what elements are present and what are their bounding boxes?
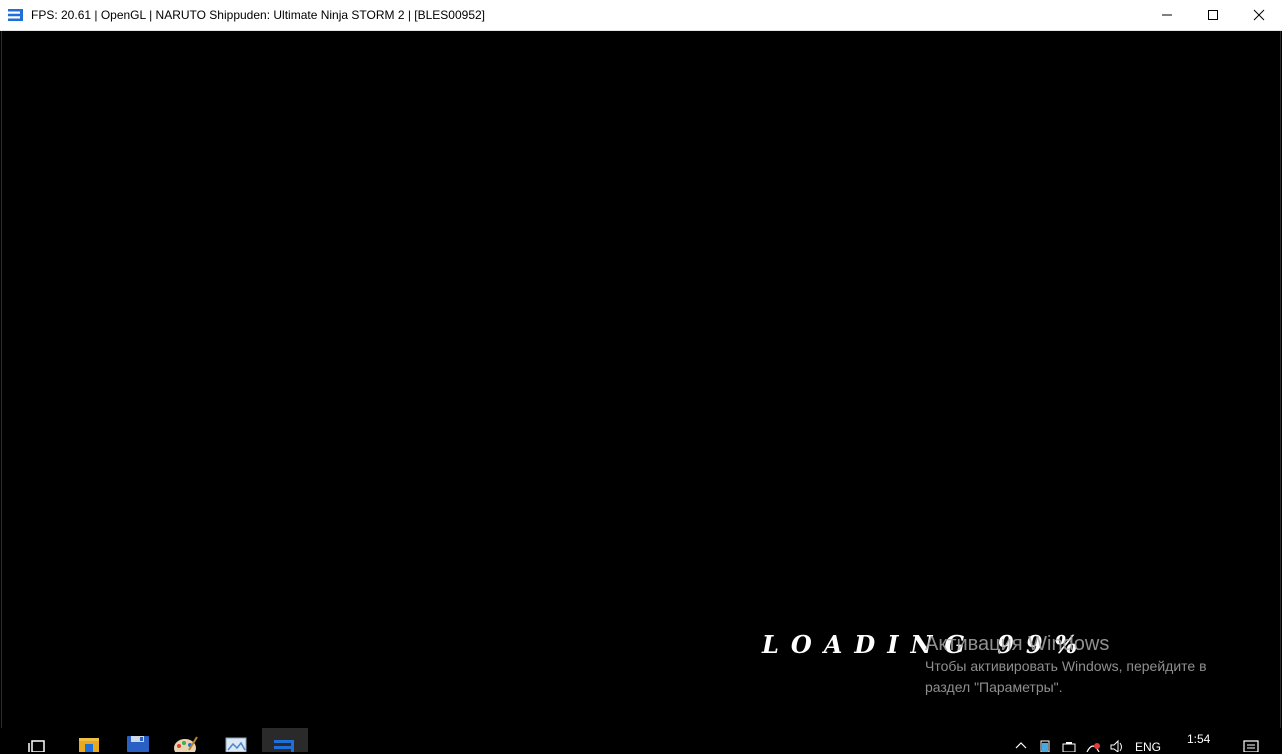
power-warning-icon: [1086, 743, 1100, 752]
action-center-button[interactable]: [1240, 728, 1262, 752]
save-disk-icon: [127, 736, 149, 752]
game-viewport[interactable]: [1, 31, 1281, 728]
emulator-window: FPS: 20.61 | OpenGL | NARUTO Shippuden: …: [0, 0, 1282, 728]
close-icon: [1253, 9, 1265, 21]
clock-time[interactable]: 1:54: [1187, 732, 1210, 746]
activation-title: Активация Windows: [925, 633, 1110, 655]
image-viewer-button[interactable]: [222, 728, 250, 752]
paint-icon: [174, 736, 198, 752]
windows-activation-watermark: Активация Windows Чтобы активировать Win…: [925, 632, 1207, 698]
chevron-up-icon: [1015, 742, 1027, 749]
tray-overflow-button[interactable]: [1014, 728, 1028, 752]
file-explorer-button[interactable]: [76, 728, 102, 752]
minimize-icon: [1162, 14, 1172, 16]
paint-button[interactable]: [172, 728, 200, 752]
volume-button[interactable]: [1108, 728, 1126, 752]
speaker-icon: [1110, 739, 1122, 752]
window-title: FPS: 20.61 | OpenGL | NARUTO Shippuden: …: [31, 8, 486, 22]
activation-line-2: раздел "Параметры".: [925, 679, 1063, 695]
task-view-icon: [28, 740, 45, 752]
battery-button[interactable]: [1038, 728, 1052, 752]
rpcs3-icon: [8, 9, 23, 21]
task-view-button[interactable]: [26, 728, 50, 752]
network-icon: [1062, 742, 1076, 752]
maximize-icon: [1208, 10, 1218, 20]
title-bar[interactable]: FPS: 20.61 | OpenGL | NARUTO Shippuden: …: [0, 0, 1282, 31]
close-button[interactable]: [1236, 0, 1282, 30]
maximize-button[interactable]: [1190, 0, 1236, 30]
activation-line-1: Чтобы активировать Windows, перейдите в: [925, 658, 1207, 674]
save-disk-button[interactable]: [124, 728, 152, 752]
file-explorer-icon: [79, 738, 99, 752]
network-button[interactable]: [1060, 728, 1078, 752]
rpcs3-taskbar-button[interactable]: [262, 728, 308, 752]
rpcs3-taskbar-icon: [274, 740, 294, 752]
image-viewer-icon: [225, 737, 247, 752]
battery-icon: [1040, 740, 1050, 752]
notifications-icon: [1243, 740, 1259, 752]
power-status-button[interactable]: [1084, 728, 1102, 752]
taskbar: ENG 1:54: [0, 728, 1282, 754]
minimize-button[interactable]: [1144, 0, 1190, 30]
